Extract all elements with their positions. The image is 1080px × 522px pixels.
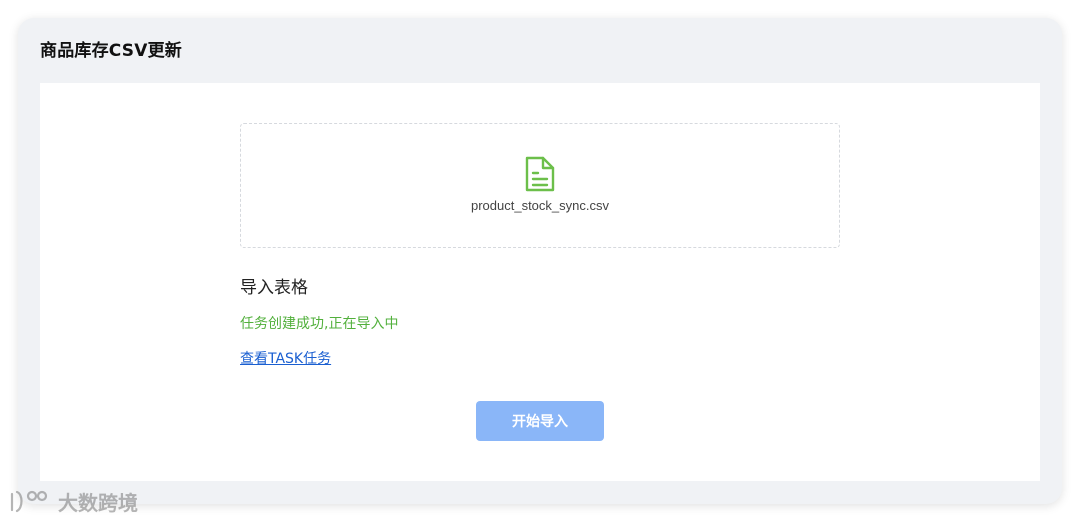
- import-card: 商品库存CSV更新 product_stock_sync.csv 导入表格 任务…: [18, 18, 1062, 504]
- view-task-link[interactable]: 查看TASK任务: [240, 348, 331, 368]
- brand-logo-icon: [10, 490, 48, 512]
- import-panel: product_stock_sync.csv 导入表格 任务创建成功,正在导入中…: [40, 83, 1040, 481]
- import-status-text: 任务创建成功,正在导入中: [240, 316, 399, 332]
- uploaded-file-name: product_stock_sync.csv: [470, 198, 609, 213]
- card-title: 商品库存CSV更新: [40, 41, 182, 61]
- file-text-icon: [525, 156, 555, 192]
- watermark-text: 大数跨境: [58, 491, 138, 515]
- file-dropzone[interactable]: product_stock_sync.csv: [240, 123, 840, 248]
- start-import-button[interactable]: 开始导入: [476, 401, 604, 441]
- watermark: 大数跨境: [8, 487, 138, 516]
- section-title: 导入表格: [240, 278, 308, 298]
